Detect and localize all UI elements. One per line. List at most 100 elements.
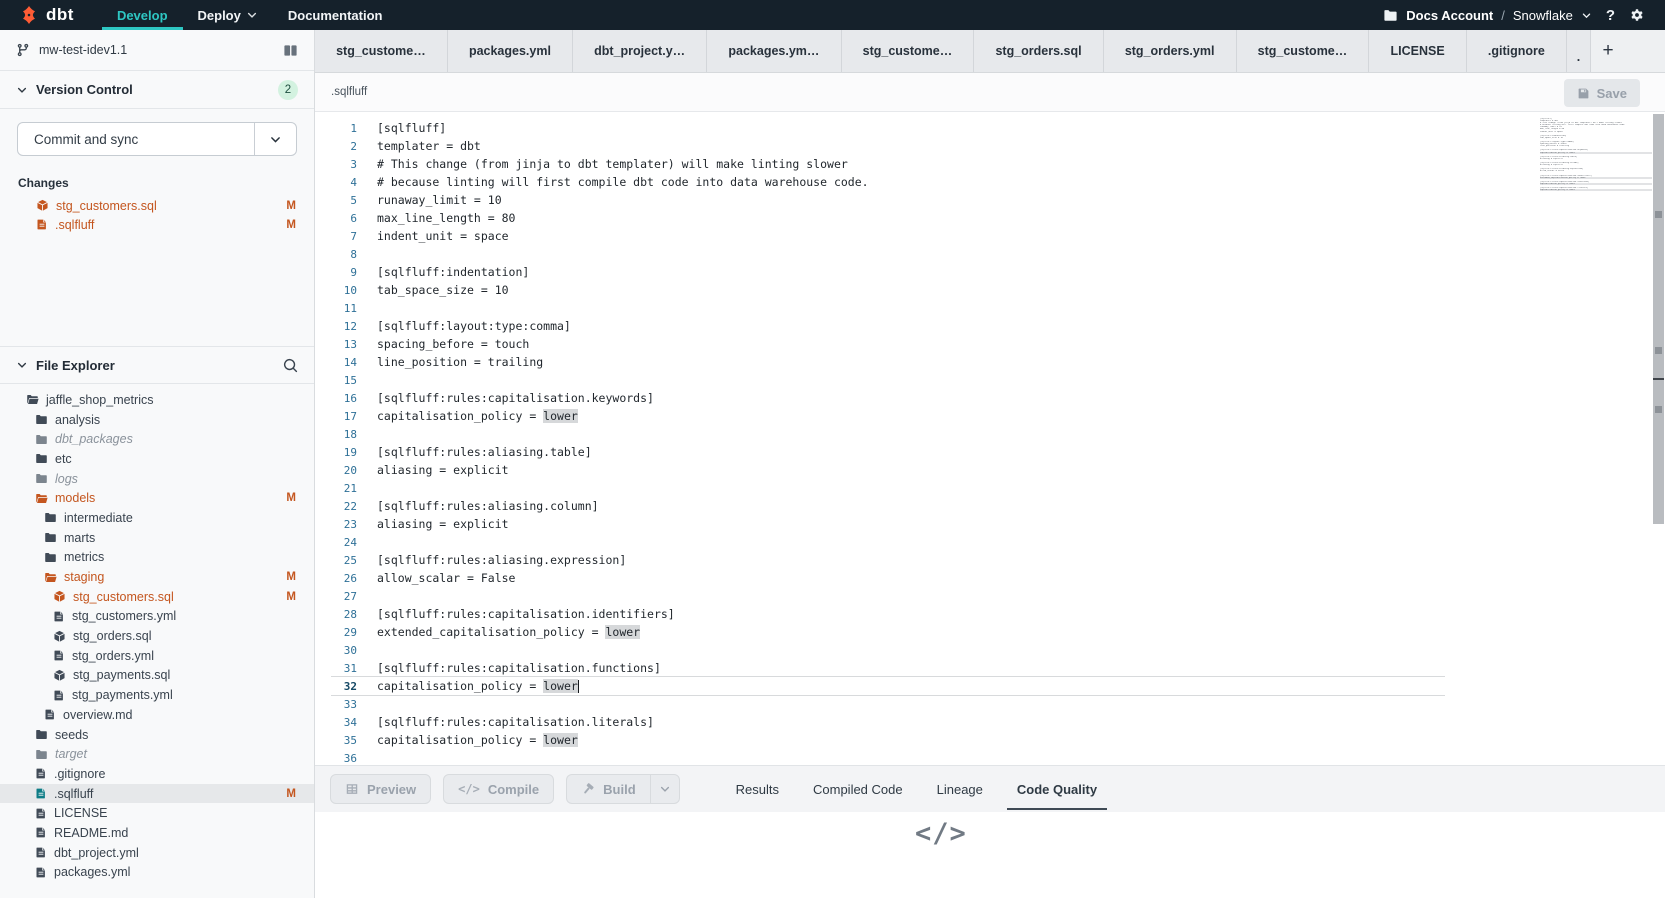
code-line-22[interactable]: 22[sqlfluff:rules:aliasing.column] <box>331 497 1445 515</box>
code-line-23[interactable]: 23aliasing = explicit <box>331 515 1445 533</box>
change-item[interactable]: .sqlfluffM <box>0 215 314 234</box>
code-line-15[interactable]: 15 <box>331 371 1445 389</box>
help-icon[interactable]: ? <box>1606 7 1615 24</box>
panel-tab-results[interactable]: Results <box>736 766 779 812</box>
code-line-33[interactable]: 33 <box>331 695 1445 713</box>
code-line-16[interactable]: 16[sqlfluff:rules:capitalisation.keyword… <box>331 389 1445 407</box>
editor-tab[interactable]: stg_custome… <box>842 30 975 72</box>
overflow-tab[interactable]: . <box>1567 30 1591 72</box>
code-line-13[interactable]: 13spacing_before = touch <box>331 335 1445 353</box>
search-icon[interactable] <box>283 358 298 373</box>
docs-panels-icon[interactable] <box>283 43 298 58</box>
editor-tab[interactable]: .gitignore <box>1467 30 1567 72</box>
code-line-28[interactable]: 28[sqlfluff:rules:capitalisation.identif… <box>331 605 1445 623</box>
compile-button[interactable]: </>Compile <box>443 774 554 804</box>
code-line-11[interactable]: 11 <box>331 299 1445 317</box>
nav-item-develop[interactable]: Develop <box>102 0 183 30</box>
code-line-24[interactable]: 24 <box>331 533 1445 551</box>
commit-options-caret[interactable] <box>254 123 296 155</box>
code-line-3[interactable]: 3# This change (from jinja to dbt templa… <box>331 155 1445 173</box>
panel-tab-code-quality[interactable]: Code Quality <box>1017 766 1097 812</box>
branch-row[interactable]: mw-test-idev1.1 <box>0 30 314 71</box>
change-item[interactable]: stg_customers.sqlM <box>0 196 314 215</box>
panel-tab-lineage[interactable]: Lineage <box>937 766 983 812</box>
code-line-26[interactable]: 26allow_scalar = False <box>331 569 1445 587</box>
build-button[interactable]: Build <box>566 774 650 804</box>
editor-tab[interactable]: packages.yml <box>448 30 573 72</box>
code-line-18[interactable]: 18 <box>331 425 1445 443</box>
code-line-27[interactable]: 27 <box>331 587 1445 605</box>
build-options-caret[interactable] <box>650 774 680 804</box>
version-control-header[interactable]: Version Control 2 <box>0 71 314 109</box>
tree-item-README.md[interactable]: README.md <box>0 823 314 843</box>
tree-item-dbt_project.yml[interactable]: dbt_project.yml <box>0 843 314 863</box>
tree-item-seeds[interactable]: seeds <box>0 725 314 745</box>
new-tab-button[interactable]: + <box>1591 30 1625 72</box>
code-line-5[interactable]: 5runaway_limit = 10 <box>331 191 1445 209</box>
tree-item-metrics[interactable]: metrics <box>0 548 314 568</box>
tree-item-models[interactable]: modelsM <box>0 488 314 508</box>
code-line-2[interactable]: 2templater = dbt <box>331 137 1445 155</box>
code-line-9[interactable]: 9[sqlfluff:indentation] <box>331 263 1445 281</box>
code-line-35[interactable]: 35capitalisation_policy = lower <box>331 731 1445 749</box>
editor-tab[interactable]: stg_custome… <box>1237 30 1370 72</box>
tree-item-target[interactable]: target <box>0 744 314 764</box>
editor-tab[interactable]: stg_orders.sql <box>974 30 1103 72</box>
editor-tab[interactable]: packages.ym… <box>707 30 841 72</box>
code-line-17[interactable]: 17capitalisation_policy = lower <box>331 407 1445 425</box>
code-line-8[interactable]: 8 <box>331 245 1445 263</box>
tree-item-stg_payments.sql[interactable]: stg_payments.sql <box>0 666 314 686</box>
tree-item-marts[interactable]: marts <box>0 528 314 548</box>
tree-item-stg_orders.sql[interactable]: stg_orders.sql <box>0 626 314 646</box>
gear-icon[interactable] <box>1629 7 1645 23</box>
code-line-25[interactable]: 25[sqlfluff:rules:aliasing.expression] <box>331 551 1445 569</box>
code-line-21[interactable]: 21 <box>331 479 1445 497</box>
tree-item-stg_customers.yml[interactable]: stg_customers.yml <box>0 607 314 627</box>
code-line-1[interactable]: 1[sqlfluff] <box>331 119 1445 137</box>
tree-item-overview.md[interactable]: overview.md <box>0 705 314 725</box>
minimap[interactable]: [sqlfluff]templater = dbt# This change (… <box>1540 118 1652 193</box>
code-line-31[interactable]: 31[sqlfluff:rules:capitalisation.functio… <box>331 659 1445 677</box>
commit-and-sync-button[interactable]: Commit and sync <box>17 122 297 156</box>
code-line-32[interactable]: 32capitalisation_policy = lower <box>331 677 1445 695</box>
tree-item-analysis[interactable]: analysis <box>0 410 314 430</box>
tree-item-dbt_packages[interactable]: dbt_packages <box>0 429 314 449</box>
editor-tab[interactable]: stg_orders.yml <box>1104 30 1237 72</box>
code-line-12[interactable]: 12[sqlfluff:layout:type:comma] <box>331 317 1445 335</box>
file-explorer-header[interactable]: File Explorer <box>0 346 314 384</box>
code-line-10[interactable]: 10tab_space_size = 10 <box>331 281 1445 299</box>
tree-item-etc[interactable]: etc <box>0 449 314 469</box>
tree-item-logs[interactable]: logs <box>0 469 314 489</box>
dbt-logo[interactable]: dbt <box>0 0 88 30</box>
code-line-7[interactable]: 7indent_unit = space <box>331 227 1445 245</box>
tree-item-.sqlfluff[interactable]: .sqlfluffM <box>0 784 314 804</box>
code-line-34[interactable]: 34[sqlfluff:rules:capitalisation.literal… <box>331 713 1445 731</box>
code-line-19[interactable]: 19[sqlfluff:rules:aliasing.table] <box>331 443 1445 461</box>
nav-item-deploy[interactable]: Deploy <box>183 0 273 30</box>
tree-item-LICENSE[interactable]: LICENSE <box>0 803 314 823</box>
code-line-14[interactable]: 14line_position = trailing <box>331 353 1445 371</box>
tree-item-packages.yml[interactable]: packages.yml <box>0 863 314 883</box>
editor-scrollbar[interactable] <box>1653 114 1664 524</box>
tree-item-stg_customers.sql[interactable]: stg_customers.sqlM <box>0 587 314 607</box>
tree-item-.gitignore[interactable]: .gitignore <box>0 764 314 784</box>
tree-item-jaffle_shop_metrics[interactable]: jaffle_shop_metrics <box>0 390 314 410</box>
save-button[interactable]: Save <box>1564 79 1640 107</box>
code-line-20[interactable]: 20aliasing = explicit <box>331 461 1445 479</box>
tree-item-stg_orders.yml[interactable]: stg_orders.yml <box>0 646 314 666</box>
tree-item-stg_payments.yml[interactable]: stg_payments.yml <box>0 685 314 705</box>
preview-button[interactable]: Preview <box>330 774 431 804</box>
panel-tab-compiled-code[interactable]: Compiled Code <box>813 766 903 812</box>
editor-tab[interactable]: LICENSE <box>1369 30 1466 72</box>
code-line-30[interactable]: 30 <box>331 641 1445 659</box>
code-line-29[interactable]: 29extended_capitalisation_policy = lower <box>331 623 1445 641</box>
nav-item-documentation[interactable]: Documentation <box>273 0 398 30</box>
account-switcher[interactable]: Docs Account / Snowflake <box>1383 8 1592 23</box>
tree-item-intermediate[interactable]: intermediate <box>0 508 314 528</box>
code-editor[interactable]: 1[sqlfluff]2templater = dbt3# This chang… <box>315 112 1665 765</box>
editor-tab[interactable]: dbt_project.y… <box>573 30 707 72</box>
code-line-6[interactable]: 6max_line_length = 80 <box>331 209 1445 227</box>
editor-tab[interactable]: stg_custome… <box>315 30 448 72</box>
code-line-4[interactable]: 4# because linting will first compile db… <box>331 173 1445 191</box>
code-line-36[interactable]: 36 <box>331 749 1445 765</box>
